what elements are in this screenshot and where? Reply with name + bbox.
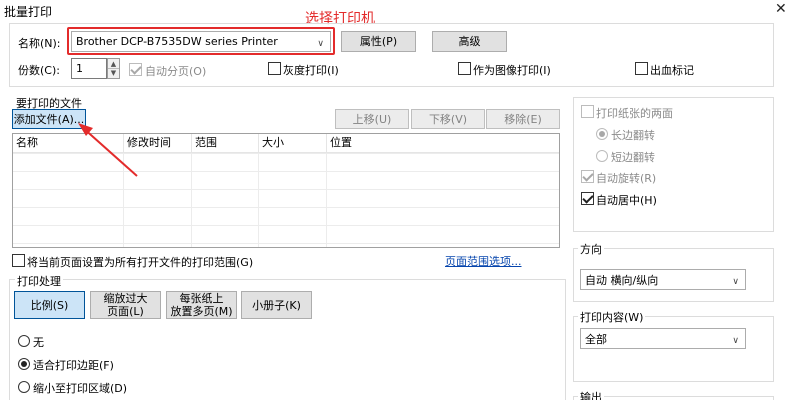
annotation-arrow	[78, 123, 138, 177]
